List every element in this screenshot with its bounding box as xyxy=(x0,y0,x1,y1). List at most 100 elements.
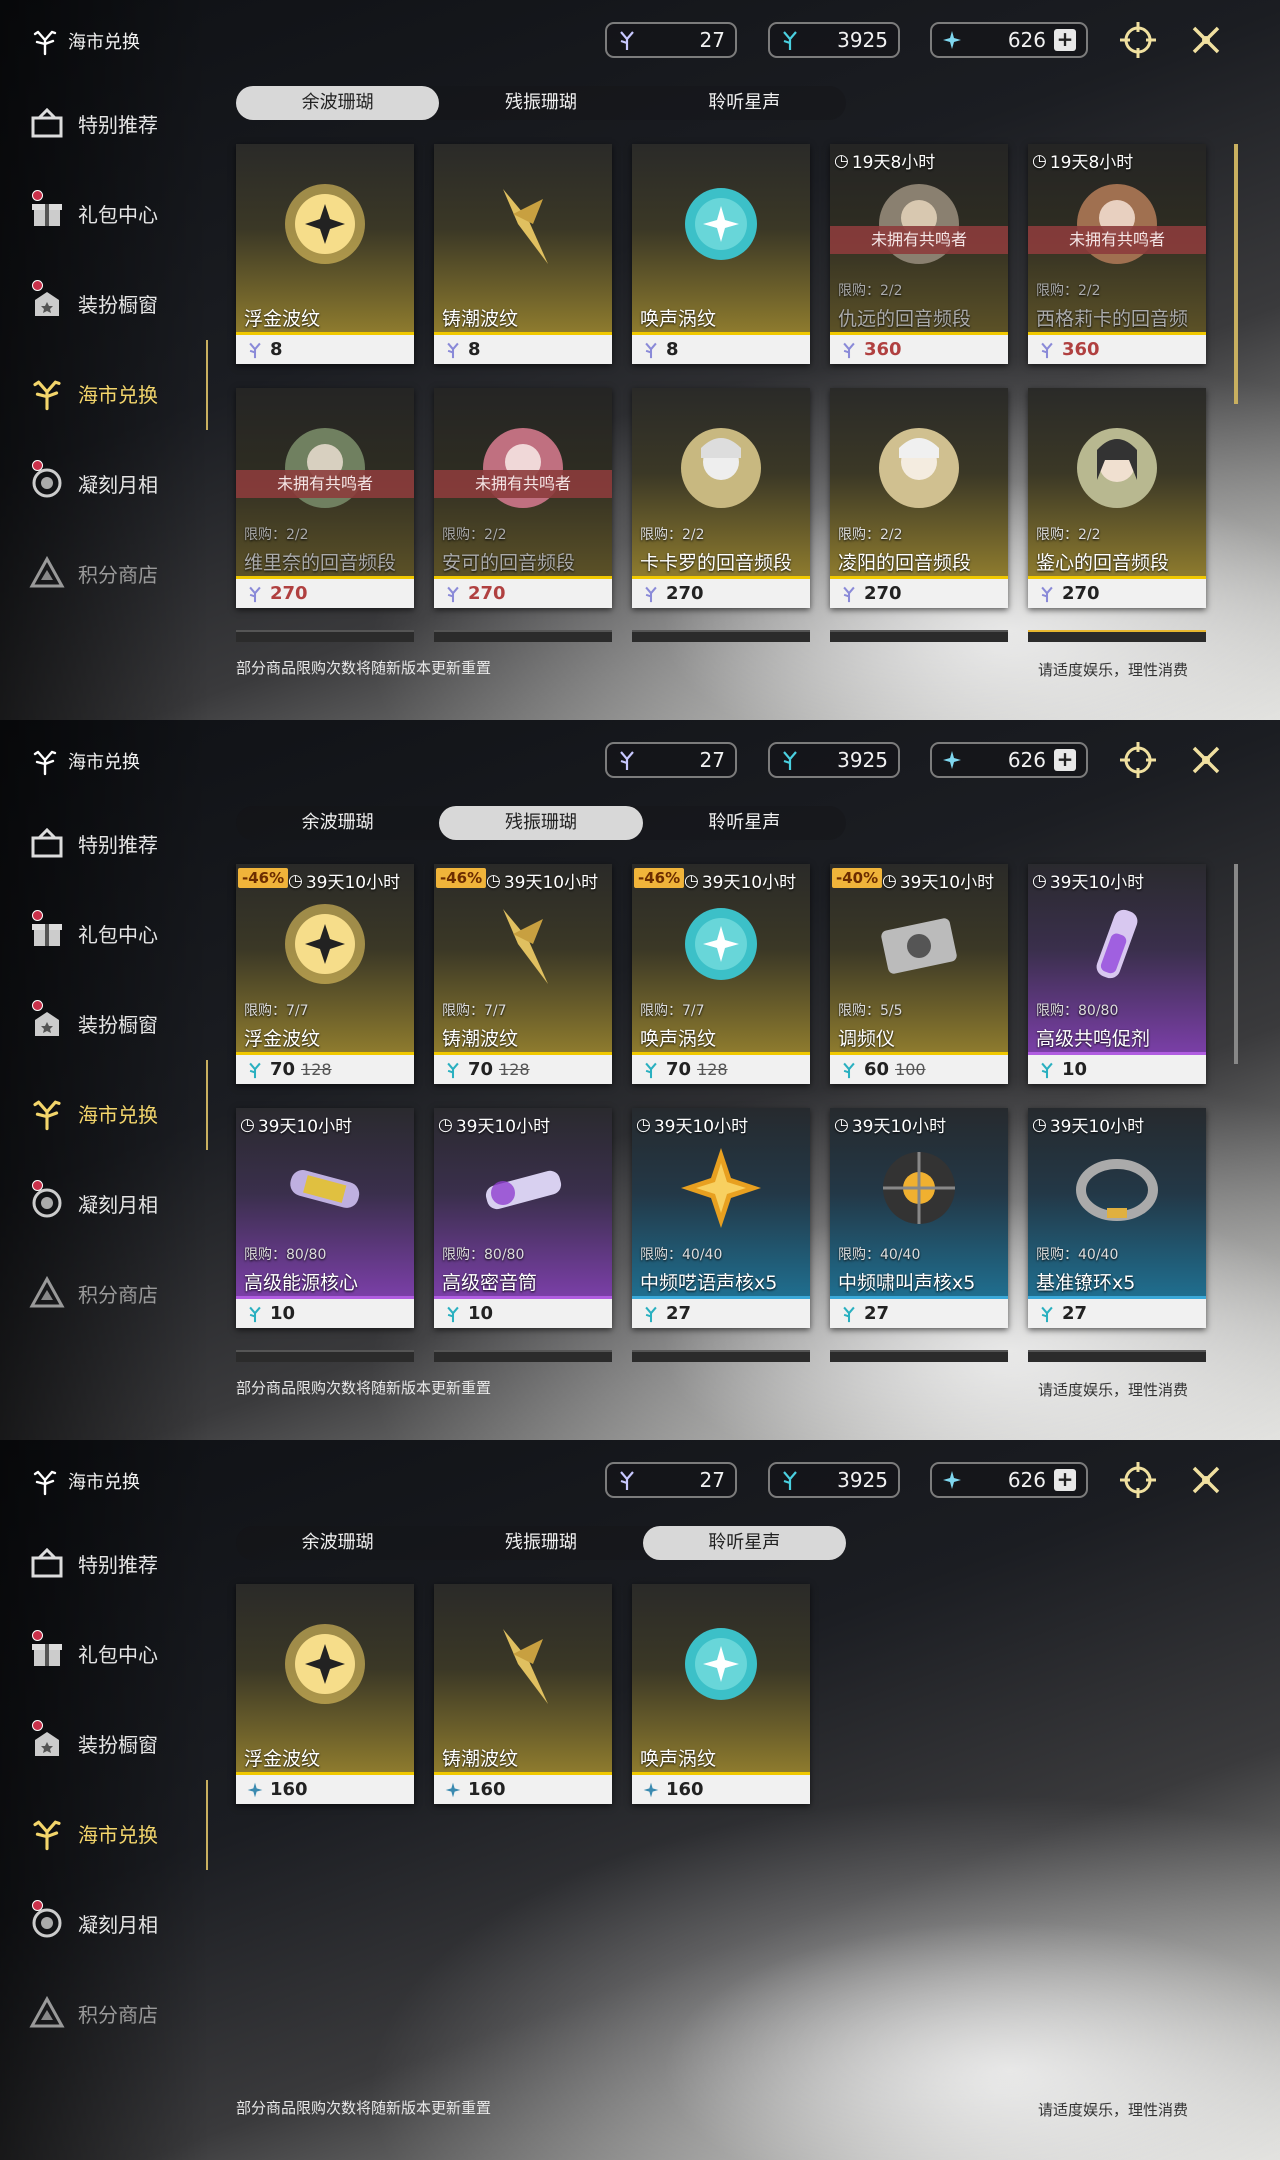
sidebar-item-moon[interactable]: 凝刻月相 xyxy=(26,1158,206,1248)
coral-icon xyxy=(645,586,657,602)
tab-aftershock-coral[interactable]: 余波珊瑚 xyxy=(236,86,440,120)
currency-coral-b: 3925 xyxy=(768,22,900,58)
clock-icon: ◷ xyxy=(288,870,303,891)
shop-item[interactable]: ◷ 39天10小时 限购：80/80 高级能源核心 10 xyxy=(236,1108,414,1328)
shop-item[interactable]: -46% ◷ 39天10小时 限购：7/7 唤声涡纹 70 128 xyxy=(632,864,810,1084)
shop-item[interactable]: ◷ 39天10小时 限购：40/40 基准镣环x5 27 xyxy=(1028,1108,1206,1328)
shop-item[interactable]: ◷ 39天10小时 限购：80/80 高级共鸣促剂 10 xyxy=(1028,864,1206,1084)
coral-icon xyxy=(33,750,57,776)
shop-item[interactable]: ◷ 39天10小时 限购：40/40 中频呓语声核x5 27 xyxy=(632,1108,810,1328)
shop-item[interactable]: 铸潮波纹 160 xyxy=(434,1584,612,1804)
sidebar-item-special[interactable]: 特别推荐 xyxy=(26,1518,206,1608)
shop-target-icon[interactable] xyxy=(1118,1460,1158,1500)
item-orb-gold xyxy=(285,184,365,264)
notification-dot xyxy=(32,190,43,201)
sidebar-item-exchange[interactable]: 海市兑换 xyxy=(26,348,206,438)
close-icon[interactable] xyxy=(1186,740,1226,780)
coral-icon xyxy=(447,342,459,358)
sidebar-item-exchange[interactable]: 海市兑换 xyxy=(26,1788,206,1878)
coral-icon xyxy=(33,30,57,56)
add-currency-button[interactable]: + xyxy=(1054,1469,1076,1491)
resonator-portrait xyxy=(1077,428,1157,508)
sidebar-item-wardrobe[interactable]: 装扮橱窗 xyxy=(26,978,206,1068)
shop-item[interactable]: 唤声涡纹 160 xyxy=(632,1584,810,1804)
add-currency-button[interactable]: + xyxy=(1054,29,1076,51)
shop-target-icon[interactable] xyxy=(1118,740,1158,780)
notification-dot xyxy=(32,1720,43,1731)
sidebar-item-special[interactable]: 特别推荐 xyxy=(26,798,206,888)
shop-item[interactable]: ◷19天8小时未拥有共鸣者限购：2/2西格莉卡的回音频段360 xyxy=(1028,144,1206,364)
resonator-portrait xyxy=(879,428,959,508)
sidebar-item-moon[interactable]: 凝刻月相 xyxy=(26,1878,206,1968)
sidebar-item-wardrobe[interactable]: 装扮橱窗 xyxy=(26,258,206,348)
shop-target-icon[interactable] xyxy=(1118,20,1158,60)
shop-item[interactable]: -40% ◷ 39天10小时 限购：5/5 调频仪 60 100 xyxy=(830,864,1008,1084)
shop-item[interactable]: 限购：2/2 卡卡罗的回音频段 270 xyxy=(632,388,810,608)
page-title: 海市兑换 xyxy=(30,746,140,776)
shop-item[interactable]: -46% ◷ 39天10小时 限购：7/7 浮金波纹 70 128 xyxy=(236,864,414,1084)
tab-listen-star[interactable]: 聆听星声 xyxy=(643,86,846,120)
locked-banner: 未拥有共鸣者 xyxy=(830,226,1008,254)
tab-listen-star[interactable]: 聆听星声 xyxy=(642,1526,846,1560)
discount-badge: -46% xyxy=(238,868,289,888)
item-grid: 浮金波纹 160 铸潮波纹 160 唤声涡纹 160 xyxy=(236,1584,1206,1804)
shop-item[interactable]: 浮金波纹 8 xyxy=(236,144,414,364)
item-blade-gold xyxy=(503,909,548,984)
shop-item[interactable]: 限购：2/2 凌阳的回音频段 270 xyxy=(830,388,1008,608)
tab-oscillate-coral[interactable]: 残振珊瑚 xyxy=(439,806,643,840)
close-icon[interactable] xyxy=(1186,20,1226,60)
sidebar-item-gifts[interactable]: 礼包中心 xyxy=(26,1608,206,1698)
shop-item[interactable]: 未拥有共鸣者 限购：2/2 安可的回音频段 270 xyxy=(434,388,612,608)
resonator-portrait xyxy=(1077,184,1157,264)
sidebar-item-special[interactable]: 特别推荐 xyxy=(26,78,206,168)
more-items-row xyxy=(434,1350,612,1362)
currency-star: 626 + xyxy=(930,22,1088,58)
shop-item[interactable]: ◷ 39天10小时 限购：80/80 高级密音筒 10 xyxy=(434,1108,612,1328)
notification-dot xyxy=(32,910,43,921)
sidebar-item-points[interactable]: 积分商店 xyxy=(26,528,206,618)
tab-bar: 余波珊瑚 残振珊瑚 聆听星声 xyxy=(236,806,846,840)
star-icon xyxy=(943,1471,961,1489)
shop-item[interactable]: 铸潮波纹 8 xyxy=(434,144,612,364)
item-vial xyxy=(1096,909,1138,979)
locked-banner: 未拥有共鸣者 xyxy=(434,470,612,498)
sidebar-item-gifts[interactable]: 礼包中心 xyxy=(26,168,206,258)
clock-icon: ◷ xyxy=(834,1114,849,1135)
item-tuner xyxy=(881,918,957,974)
more-items-row xyxy=(236,630,414,642)
triangle-icon xyxy=(26,1272,68,1314)
shop-item[interactable]: 浮金波纹 160 xyxy=(236,1584,414,1804)
notification-dot xyxy=(32,1630,43,1641)
scrollbar[interactable] xyxy=(1234,864,1238,1064)
coral-icon xyxy=(26,372,68,414)
shop-item[interactable]: ◷ 39天10小时 限购：40/40 中频啸叫声核x5 27 xyxy=(830,1108,1008,1328)
sidebar-item-moon[interactable]: 凝刻月相 xyxy=(26,438,206,528)
currency-coral-a: 27 xyxy=(605,22,737,58)
clock-icon: ◷ xyxy=(636,1114,651,1135)
tab-aftershock-coral[interactable]: 余波珊瑚 xyxy=(236,806,439,840)
sidebar-item-exchange[interactable]: 海市兑换 xyxy=(26,1068,206,1158)
page-title: 海市兑换 xyxy=(30,26,140,56)
tab-listen-star[interactable]: 聆听星声 xyxy=(643,806,846,840)
resonator-portrait xyxy=(879,184,959,264)
add-currency-button[interactable]: + xyxy=(1054,749,1076,771)
discount-badge: -46% xyxy=(436,868,487,888)
sidebar-item-wardrobe[interactable]: 装扮橱窗 xyxy=(26,1698,206,1788)
tab-aftershock-coral[interactable]: 余波珊瑚 xyxy=(236,1526,439,1560)
tab-oscillate-coral[interactable]: 残振珊瑚 xyxy=(439,86,642,120)
more-items-row xyxy=(830,1350,1008,1362)
sidebar-item-gifts[interactable]: 礼包中心 xyxy=(26,888,206,978)
shop-item[interactable]: -46% ◷ 39天10小时 限购：7/7 铸潮波纹 70 128 xyxy=(434,864,612,1084)
coral-icon xyxy=(249,342,261,358)
coral-blue-icon xyxy=(843,1306,855,1322)
tab-oscillate-coral[interactable]: 残振珊瑚 xyxy=(439,1526,642,1560)
shop-item[interactable]: 唤声涡纹 8 xyxy=(632,144,810,364)
close-icon[interactable] xyxy=(1186,1460,1226,1500)
scrollbar[interactable] xyxy=(1234,144,1238,404)
sidebar-item-points[interactable]: 积分商店 xyxy=(26,1248,206,1338)
shop-item[interactable]: ◷ 19天8小时 未拥有共鸣者 限购：2/2 仇远的回音频段 360 xyxy=(830,144,1008,364)
shop-item[interactable]: 未拥有共鸣者 限购：2/2 维里奈的回音频段 270 xyxy=(236,388,414,608)
shop-item[interactable]: 限购：2/2 鉴心的回音频段 270 xyxy=(1028,388,1206,608)
sidebar-item-points[interactable]: 积分商店 xyxy=(26,1968,206,2058)
more-items-row xyxy=(1028,630,1206,642)
